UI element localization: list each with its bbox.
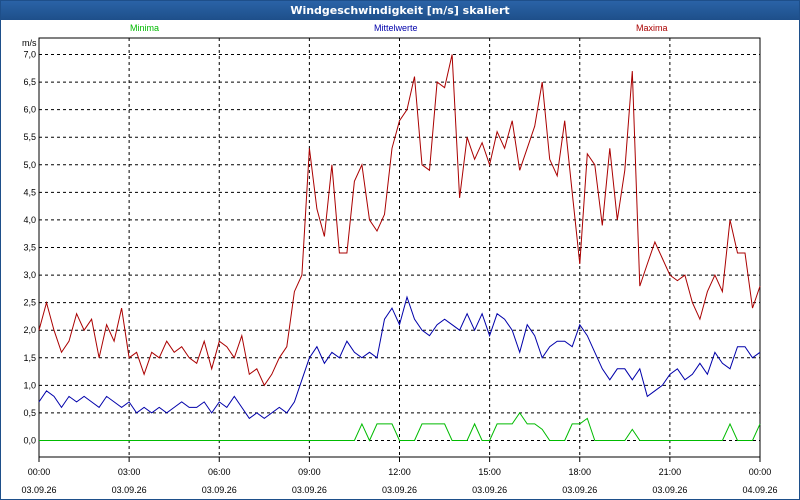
y-tick-label: 7,0 (23, 50, 36, 60)
x-tick-time: 18:00 (568, 467, 591, 477)
y-tick-label: 3,5 (23, 243, 36, 253)
y-axis-label: m/s (22, 38, 37, 48)
x-tick-date: 03.09.26 (562, 485, 597, 495)
x-tick-time: 15:00 (478, 467, 501, 477)
y-tick-label: 2,5 (23, 298, 36, 308)
y-tick-label: 1,5 (23, 353, 36, 363)
y-tick-label: 5,5 (23, 132, 36, 142)
y-tick-label: 6,5 (23, 77, 36, 87)
x-tick-date: 04.09.26 (742, 485, 777, 495)
y-tick-label: 5,0 (23, 160, 36, 170)
x-tick-date: 03.09.26 (382, 485, 417, 495)
x-tick-time: 21:00 (659, 467, 682, 477)
x-tick-time: 03:00 (118, 467, 141, 477)
x-tick-date: 03.09.26 (202, 485, 237, 495)
y-tick-label: 1,0 (23, 380, 36, 390)
y-tick-label: 0,5 (23, 408, 36, 418)
y-tick-label: 6,0 (23, 105, 36, 115)
wind-speed-chart: 0,0 0,5 1,0 1,5 2,0 2,5 3,0 3,5 4,0 4,5 5,0 5,5 6,0 6… (21, 37, 778, 495)
y-tick-label: 4,0 (23, 215, 36, 225)
x-tick-date: 03.09.26 (292, 485, 327, 495)
grid-lines (39, 38, 760, 457)
y-tick-label: 4,5 (23, 187, 36, 197)
y-tick-label: 3,0 (23, 270, 36, 280)
x-tick-date: 03.09.26 (472, 485, 507, 495)
x-tick-date: 03.09.26 (21, 485, 56, 495)
x-tick-time: 12:00 (388, 467, 411, 477)
y-axis-ticks: 0,0 0,5 1,0 1,5 2,0 2,5 3,0 3,5 4,0 4,5 5,0 5,5 6,0 6… (23, 50, 36, 446)
x-axis-ticks: 00:00 03.09.26 03:00 03.09.26 06:00 03.09.26 0… (21, 457, 778, 495)
x-tick-date: 03.09.26 (112, 485, 147, 495)
x-tick-time: 00:00 (749, 467, 772, 477)
x-tick-time: 00:00 (28, 467, 51, 477)
y-tick-label: 0,0 (23, 435, 36, 445)
x-tick-time: 06:00 (208, 467, 231, 477)
x-tick-time: 09:00 (298, 467, 321, 477)
y-tick-label: 2,0 (23, 325, 36, 335)
x-tick-date: 03.09.26 (652, 485, 687, 495)
